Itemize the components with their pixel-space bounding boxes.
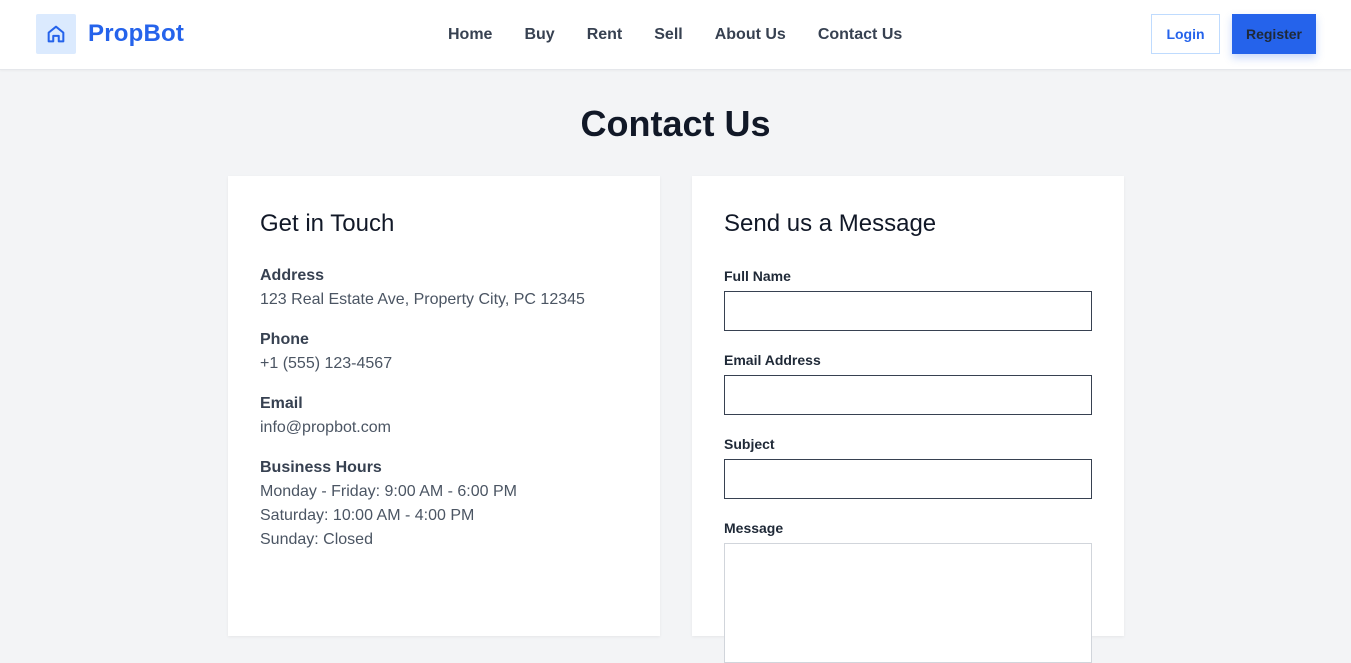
phone-block: Phone +1 (555) 123-4567 bbox=[260, 328, 392, 376]
email-address-input[interactable] bbox=[724, 375, 1092, 415]
message-label: Message bbox=[724, 520, 784, 536]
email-value: info@propbot.com bbox=[260, 419, 391, 436]
email-block: Email info@propbot.com bbox=[260, 392, 391, 440]
page-title: Contact Us bbox=[580, 103, 771, 144]
nav-item-buy[interactable]: Buy bbox=[524, 26, 554, 44]
brand-name: PropBot bbox=[88, 20, 185, 47]
phone-value: +1 (555) 123-4567 bbox=[260, 355, 393, 372]
nav-item-contact-us[interactable]: Contact Us bbox=[818, 26, 902, 44]
contact-info-title: Get in Touch bbox=[260, 210, 395, 237]
login-button[interactable]: Login bbox=[1151, 14, 1220, 54]
address-block: Address 123 Real Estate Ave, Property Ci… bbox=[260, 264, 585, 312]
message-form-title: Send us a Message bbox=[724, 210, 937, 237]
message-form-card: Send us a Message Full Name Email Addres… bbox=[692, 176, 1124, 663]
hours-saturday: Saturday: 10:00 AM - 4:00 PM bbox=[260, 507, 475, 524]
site-header: PropBot Home Buy Rent Sell About Us Cont… bbox=[0, 0, 1351, 70]
hours-weekdays: Monday - Friday: 9:00 AM - 6:00 PM bbox=[260, 483, 517, 500]
nav-item-rent[interactable]: Rent bbox=[587, 26, 623, 44]
home-icon bbox=[36, 14, 76, 54]
subject-input[interactable] bbox=[724, 459, 1092, 499]
address-label: Address bbox=[260, 267, 325, 284]
full-name-input[interactable] bbox=[724, 291, 1092, 331]
nav-item-home[interactable]: Home bbox=[448, 26, 492, 44]
address-value: 123 Real Estate Ave, Property City, PC 1… bbox=[260, 291, 585, 308]
email-label: Email bbox=[260, 395, 303, 412]
register-button[interactable]: Register bbox=[1232, 14, 1316, 54]
business-hours-label: Business Hours bbox=[260, 459, 382, 476]
email-address-label: Email Address bbox=[724, 352, 821, 368]
main-nav: Home Buy Rent Sell About Us Contact Us bbox=[448, 24, 902, 46]
message-textarea[interactable] bbox=[724, 543, 1092, 663]
phone-label: Phone bbox=[260, 331, 309, 348]
nav-item-about-us[interactable]: About Us bbox=[715, 26, 786, 44]
hours-sunday: Sunday: Closed bbox=[260, 531, 373, 548]
brand-logo-link[interactable]: PropBot bbox=[36, 14, 184, 54]
business-hours-block: Business Hours Monday - Friday: 9:00 AM … bbox=[260, 456, 517, 552]
nav-item-sell[interactable]: Sell bbox=[654, 26, 682, 44]
full-name-label: Full Name bbox=[724, 268, 791, 284]
contact-info-card: Get in Touch Address 123 Real Estate Ave… bbox=[228, 176, 660, 636]
subject-label: Subject bbox=[724, 436, 775, 452]
